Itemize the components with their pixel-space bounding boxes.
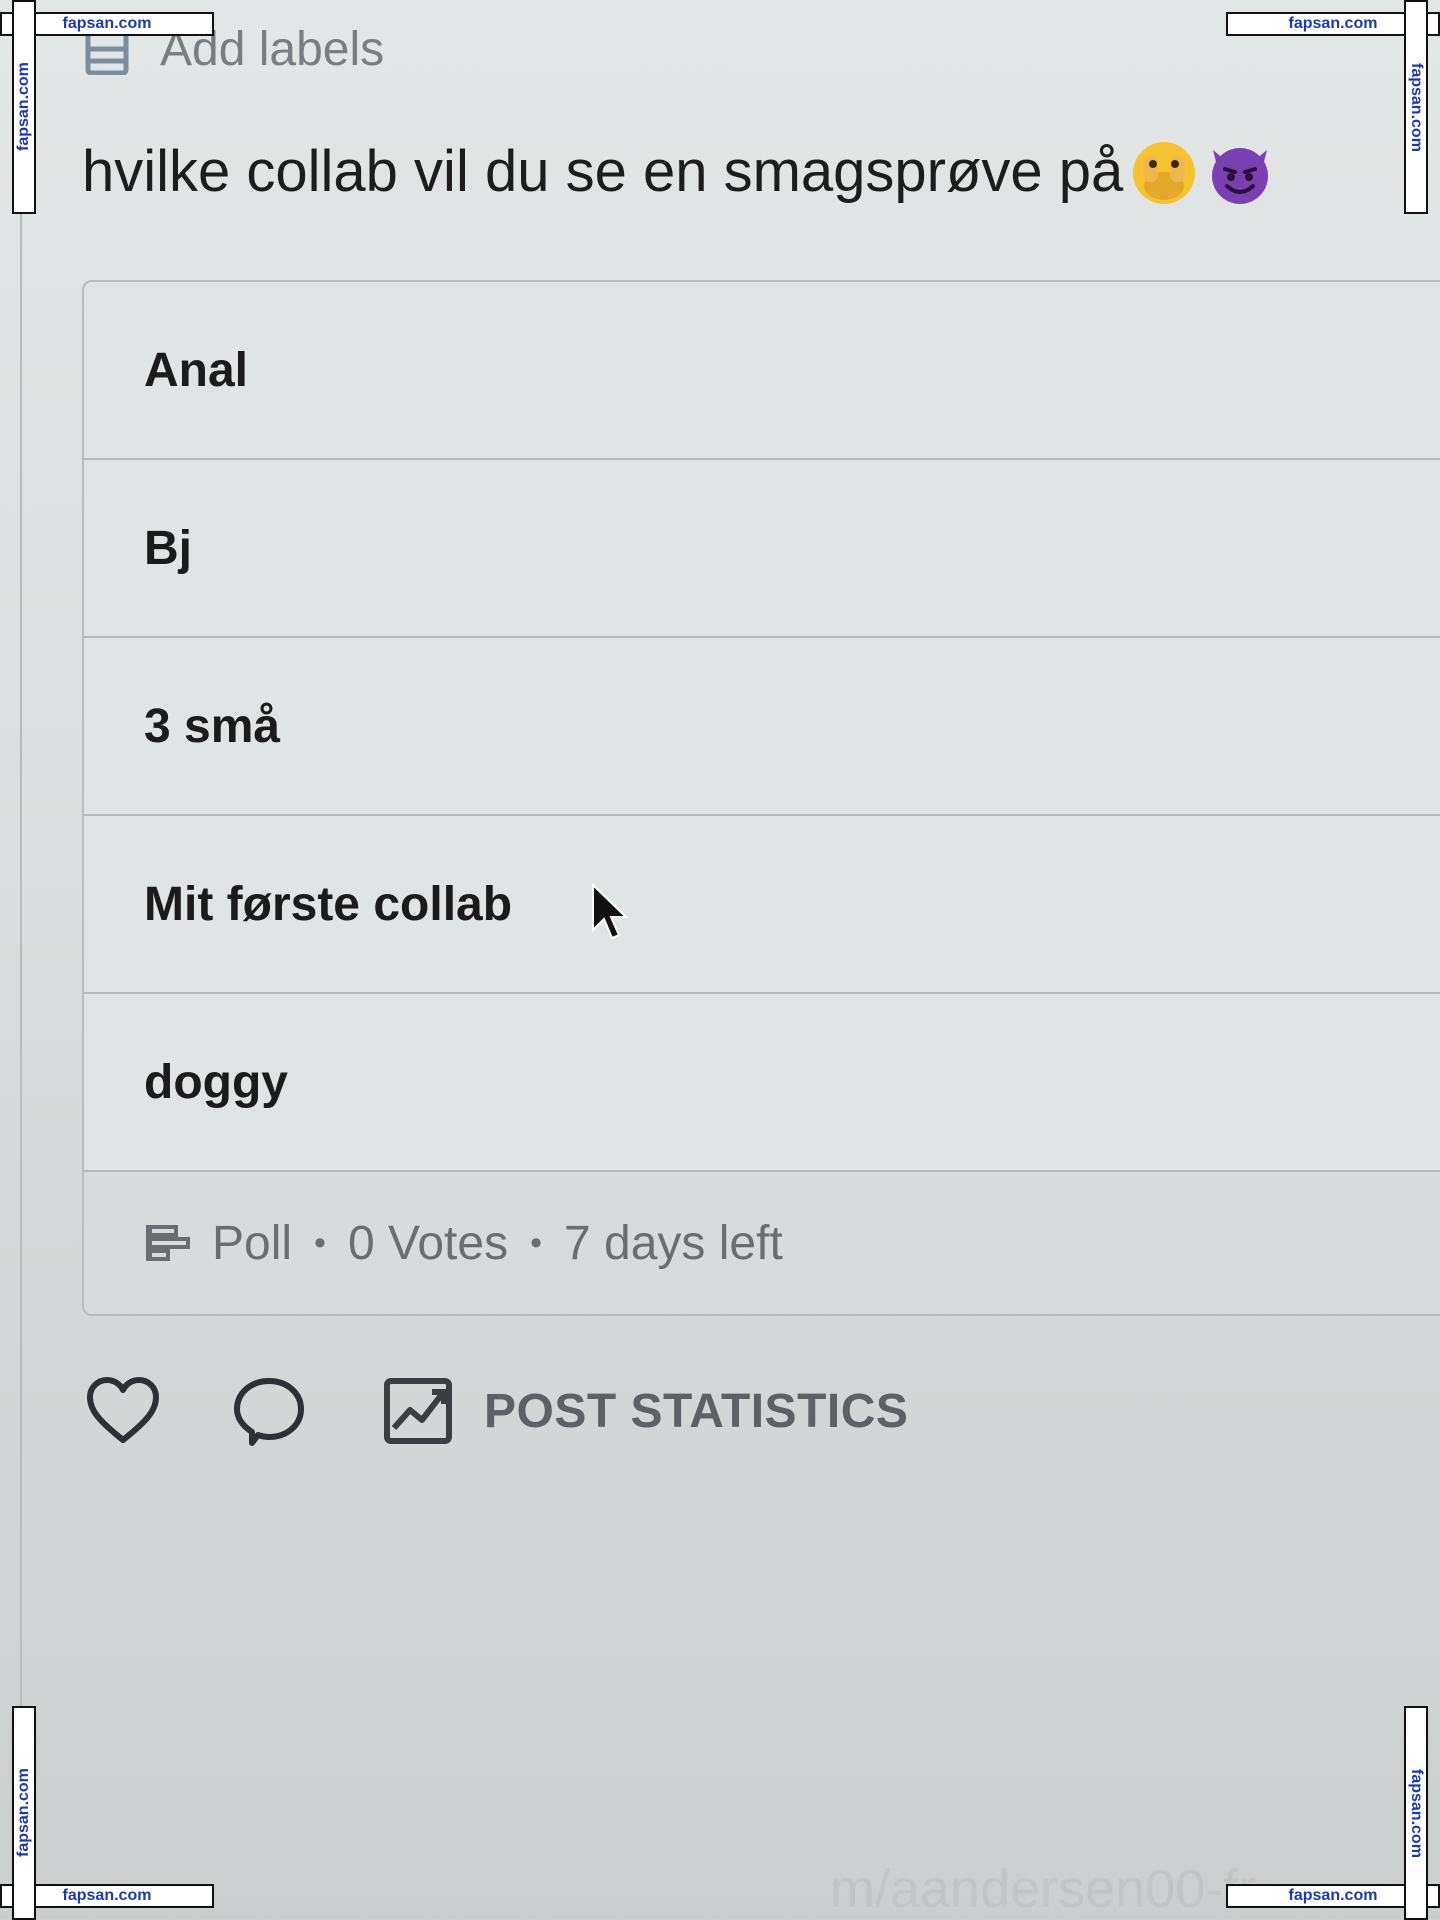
post-text: hvilke collab vil du se en smagsprøve på: [82, 136, 1275, 206]
post-statistics-label: POST STATISTICS: [484, 1384, 909, 1438]
faint-url-watermark: m/aandersen00-fr: [830, 1859, 1257, 1919]
watermark-bottom-left-vertical: fapsan.com: [12, 1706, 36, 1920]
poll-icon: [146, 1225, 190, 1261]
poll-option-label: Bj: [144, 521, 192, 575]
post-action-bar: POST STATISTICS: [86, 1376, 908, 1446]
watermark-top-right-vertical: fapsan.com: [1404, 0, 1428, 214]
poll-votes-count: 0 Votes: [347, 1216, 509, 1270]
poll-option-label: doggy: [144, 1055, 288, 1109]
face-with-hand-over-mouth-emoji: [1133, 142, 1196, 204]
watermark-bottom-right-vertical: fapsan.com: [1404, 1706, 1428, 1920]
comment-icon[interactable]: [232, 1376, 306, 1446]
poll-option-label: Anal: [144, 343, 249, 397]
poll-footer: Poll • 0 Votes • 7 days left: [84, 1172, 1440, 1314]
chart-icon: [384, 1378, 452, 1444]
post-statistics-button[interactable]: POST STATISTICS: [382, 1376, 908, 1446]
post-text-content: hvilke collab vil du se en smagsprøve på: [82, 138, 1124, 204]
poll-option-label: 3 små: [144, 699, 281, 753]
poll-option-label: Mit første collab: [144, 877, 513, 931]
heart-icon[interactable]: [86, 1376, 160, 1446]
smiling-devil-emoji: [1212, 148, 1269, 204]
poll-option[interactable]: Anal: [84, 282, 1440, 460]
separator-dot: •: [314, 1223, 326, 1262]
page-edge: [20, 0, 22, 1920]
poll-option[interactable]: Mit første collab: [84, 816, 1440, 994]
poll-option[interactable]: Bj: [84, 460, 1440, 638]
poll-option[interactable]: doggy: [84, 994, 1440, 1172]
mouse-cursor-icon: [592, 882, 629, 940]
poll-option[interactable]: 3 små: [84, 638, 1440, 816]
poll-type-label: Poll: [212, 1216, 293, 1270]
watermark-top-left-vertical: fapsan.com: [12, 0, 36, 214]
poll-time-left: 7 days left: [563, 1216, 783, 1270]
separator-dot: •: [530, 1223, 542, 1262]
poll-card: Anal Bj 3 små Mit første collab doggy Po…: [82, 280, 1440, 1316]
